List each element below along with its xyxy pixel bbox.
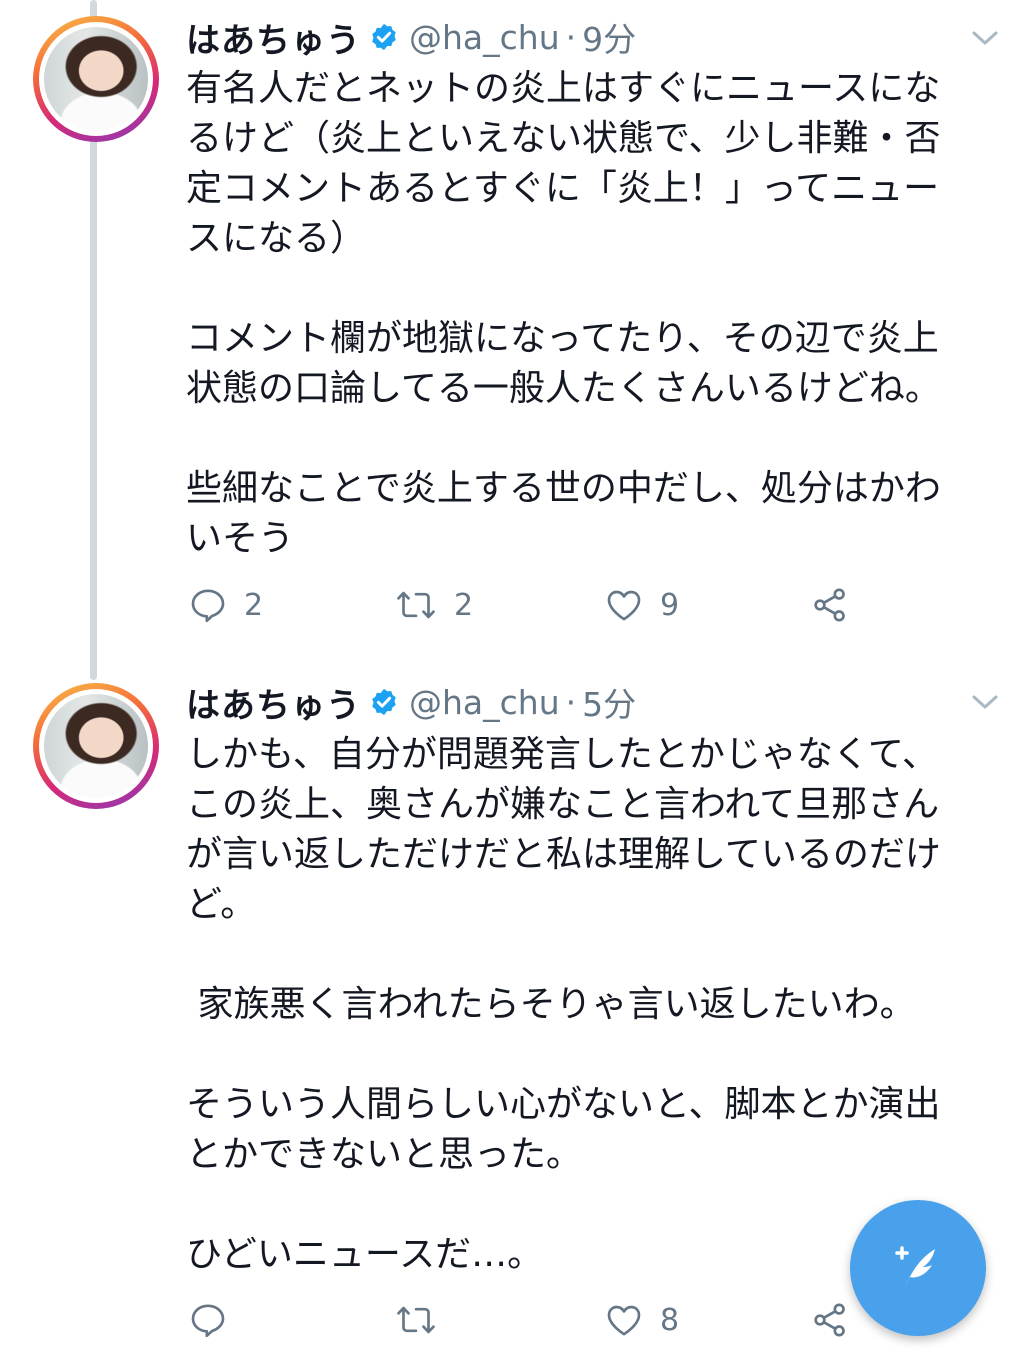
reply-button[interactable]: 2 <box>188 580 263 630</box>
text-line: 定コメントあるとすぐに「炎上！」ってニュー <box>186 168 940 209</box>
text-line: そういう人間らしい心がないと、脚本とか演出 <box>186 1084 941 1125</box>
tweet-text: しかも、自分が問題発言したとかじゃなくて、 この炎上、奥さんが嫌なこと言われて旦… <box>186 730 1001 1280</box>
paragraph: 些細なことで炎上する世の中だし、処分はかわ いそう <box>186 464 1001 564</box>
separator: · <box>565 17 577 57</box>
chevron-down-icon[interactable] <box>970 692 1000 712</box>
tweet-text: 有名人だとネットの炎上はすぐにニュースにな るけど（炎上といえない状態で、少し非… <box>186 64 1001 564</box>
paragraph: 有名人だとネットの炎上はすぐにニュースにな るけど（炎上といえない状態で、少し非… <box>186 64 1001 264</box>
tweet-actions: 2 2 9 <box>186 580 886 630</box>
heart-icon <box>604 585 644 625</box>
reply-icon <box>188 1300 228 1340</box>
retweet-button[interactable]: 2 <box>394 580 473 630</box>
tweet[interactable]: はあちゅう @ha_chu · 9分 有名人だとネットの炎上はすぐにニュースにな… <box>0 0 1024 660</box>
share-button[interactable] <box>810 1295 850 1345</box>
verified-badge-icon <box>369 687 399 717</box>
text-line: とかできないと思った。 <box>186 1134 583 1175</box>
paragraph: そういう人間らしい心がないと、脚本とか演出 とかできないと思った。 <box>186 1080 1001 1180</box>
text-line: 状態の口論してる一般人たくさんいるけどね。 <box>186 368 941 409</box>
avatar-photo <box>44 27 148 131</box>
avatar[interactable] <box>33 683 159 809</box>
retweet-icon <box>394 1300 438 1340</box>
share-icon <box>810 1300 850 1340</box>
text-line: スになる） <box>186 218 367 259</box>
tweet-header: はあちゅう @ha_chu · 9分 <box>186 12 636 62</box>
text-line: 些細なことで炎上する世の中だし、処分はかわ <box>186 468 941 509</box>
chevron-down-icon[interactable] <box>970 28 1000 48</box>
timestamp[interactable]: 9分 <box>582 13 636 61</box>
text-line: 家族悪く言われたらそりゃ言い返したいわ。 <box>186 984 916 1025</box>
text-line: が言い返しただけだと私は理解しているのだけ <box>186 834 941 875</box>
timestamp[interactable]: 5分 <box>582 678 636 726</box>
tweet-actions: 8 <box>186 1295 886 1345</box>
display-name[interactable]: はあちゅう <box>186 678 361 727</box>
paragraph: 家族悪く言われたらそりゃ言い返したいわ。 <box>186 980 1001 1030</box>
text-line: るけど（炎上といえない状態で、少し非難・否 <box>186 118 941 159</box>
retweet-count: 2 <box>454 587 474 623</box>
paragraph: しかも、自分が問題発言したとかじゃなくて、 この炎上、奥さんが嫌なこと言われて旦… <box>186 730 1001 930</box>
avatar-ring <box>39 22 153 136</box>
compose-tweet-button[interactable] <box>850 1200 986 1336</box>
display-name[interactable]: はあちゅう <box>186 13 361 62</box>
avatar-ring <box>39 689 153 803</box>
reply-button[interactable] <box>188 1295 228 1345</box>
handle[interactable]: @ha_chu <box>409 18 560 57</box>
tweet-header: はあちゅう @ha_chu · 5分 <box>186 677 636 727</box>
like-button[interactable]: 9 <box>604 580 679 630</box>
like-count: 9 <box>660 587 680 623</box>
text-line: コメント欄が地獄になってたり、その辺で炎上 <box>186 318 939 359</box>
text-line: いそう <box>186 518 295 559</box>
heart-icon <box>604 1300 644 1340</box>
share-button[interactable] <box>810 580 850 630</box>
verified-badge-icon <box>369 22 399 52</box>
text-line: しかも、自分が問題発言したとかじゃなくて、 <box>186 734 939 775</box>
avatar[interactable] <box>33 16 159 142</box>
timeline: はあちゅう @ha_chu · 9分 有名人だとネットの炎上はすぐにニュースにな… <box>0 0 1024 1369</box>
paragraph: コメント欄が地獄になってたり、その辺で炎上 状態の口論してる一般人たくさんいるけ… <box>186 314 1001 414</box>
text-line: 有名人だとネットの炎上はすぐにニュースにな <box>186 68 941 109</box>
handle[interactable]: @ha_chu <box>409 683 560 722</box>
like-button[interactable]: 8 <box>604 1295 679 1345</box>
compose-tweet-icon <box>883 1231 953 1305</box>
reply-icon <box>188 585 228 625</box>
like-count: 8 <box>660 1302 680 1338</box>
retweet-icon <box>394 585 438 625</box>
text-line: ど。 <box>186 884 257 925</box>
reply-count: 2 <box>244 587 264 623</box>
avatar-photo <box>44 694 148 798</box>
separator: · <box>565 682 577 722</box>
share-icon <box>810 585 850 625</box>
retweet-button[interactable] <box>394 1295 438 1345</box>
text-line: この炎上、奥さんが嫌なこと言われて旦那さん <box>186 784 940 825</box>
